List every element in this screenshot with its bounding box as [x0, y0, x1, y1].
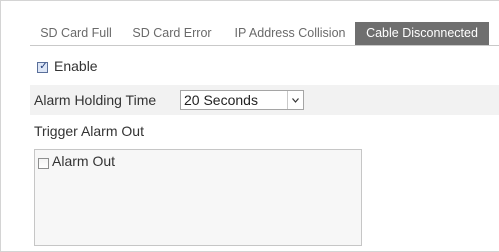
- alarm-out-checkbox[interactable]: [38, 158, 49, 169]
- enable-label: Enable: [54, 58, 98, 74]
- tab-sd-card-error[interactable]: SD Card Error: [126, 22, 218, 45]
- alarm-out-list: Alarm Out: [34, 149, 362, 246]
- checkmark-icon: ✓: [39, 61, 48, 72]
- alarm-out-label: Alarm Out: [52, 153, 116, 169]
- alarm-holding-time-label: Alarm Holding Time: [34, 92, 157, 108]
- alarm-settings-panel: SD Card Full SD Card Error IP Address Co…: [0, 0, 499, 252]
- event-tab-bar: SD Card Full SD Card Error IP Address Co…: [30, 22, 499, 46]
- alarm-holding-time-value: 20 Seconds: [184, 92, 258, 108]
- alarm-holding-time-select[interactable]: 20 Seconds: [180, 90, 304, 110]
- chevron-down-icon: [292, 98, 299, 103]
- tab-cable-disconnected[interactable]: Cable Disconnected: [355, 22, 489, 45]
- trigger-alarm-out-heading: Trigger Alarm Out: [34, 123, 144, 139]
- tab-sd-card-full[interactable]: SD Card Full: [36, 22, 116, 45]
- trigger-alarm-out-row: Trigger Alarm Out: [30, 118, 499, 146]
- dropdown-arrow[interactable]: [287, 91, 303, 109]
- alarm-holding-time-row: Alarm Holding Time 20 Seconds: [30, 85, 499, 115]
- tab-ip-address-collision[interactable]: IP Address Collision: [228, 22, 352, 45]
- enable-checkbox[interactable]: ✓: [37, 61, 48, 73]
- enable-row: ✓ Enable: [30, 54, 499, 80]
